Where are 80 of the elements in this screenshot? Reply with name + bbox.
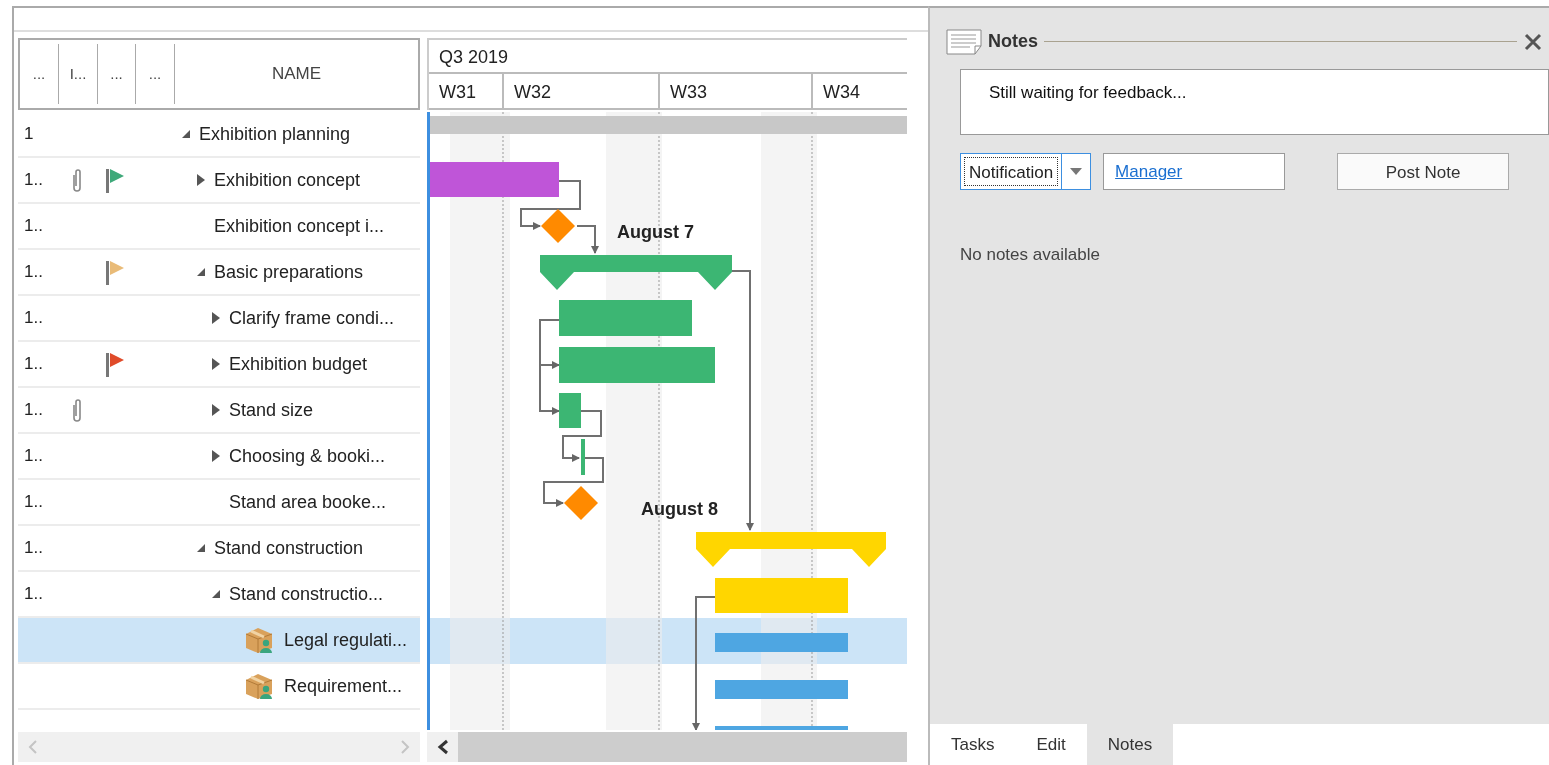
post-note-button[interactable]: Post Note [1337, 153, 1510, 190]
horizontal-scrollbar[interactable] [18, 732, 420, 762]
task-name: Legal regulati... [284, 628, 408, 652]
task-name: Exhibition budget [229, 352, 368, 376]
week-header: W31 [429, 74, 504, 108]
column-header[interactable]: NAME [175, 44, 418, 104]
notes-icon [946, 28, 982, 55]
task-name: Requirement... [284, 674, 403, 698]
task-name: Exhibition concept [214, 168, 361, 192]
empty-notes-message: No notes available [960, 244, 1101, 266]
table-row[interactable]: 1.. Clarify frame condi... [18, 296, 420, 342]
table-row[interactable]: Legal regulati... [18, 618, 420, 664]
task-bar[interactable] [715, 726, 848, 730]
scrollbar-thumb[interactable] [458, 732, 907, 762]
note-input-field[interactable]: Still waiting for feedback... [960, 69, 1549, 135]
box-person-icon [244, 672, 274, 700]
milestone-diamond[interactable] [541, 209, 575, 243]
summary-bar[interactable] [540, 255, 732, 290]
task-bar[interactable] [715, 680, 848, 699]
close-icon[interactable] [1523, 31, 1543, 52]
scroll-right-icon[interactable] [400, 740, 410, 754]
task-name: Exhibition planning [199, 122, 351, 146]
scroll-left-icon [436, 739, 449, 755]
task-name: Basic preparations [214, 260, 364, 284]
quarter-header: Q3 2019 [429, 40, 907, 74]
task-name: Stand constructio... [229, 582, 384, 606]
recipient-link[interactable]: Manager [1115, 162, 1183, 181]
row-number: 1 [24, 124, 34, 144]
row-number: 1.. [24, 354, 43, 374]
task-name: Choosing & booki... [229, 444, 386, 468]
task-name: Stand area booke... [229, 490, 387, 514]
week-header: W32 [504, 74, 660, 108]
table-row[interactable]: 1.. Exhibition concept [18, 158, 420, 204]
row-number: 1.. [24, 262, 43, 282]
scroll-left-button[interactable] [427, 732, 458, 762]
week-header: W34 [822, 81, 861, 104]
row-number: 1.. [24, 400, 43, 420]
note-type-dropdown[interactable]: Notification [960, 153, 1092, 190]
box-person-icon [244, 626, 274, 654]
task-bar[interactable] [430, 162, 559, 197]
column-header[interactable]: I... [59, 44, 98, 104]
task-bar[interactable] [715, 578, 848, 613]
row-number: 1.. [24, 170, 43, 190]
milestone-label: August 8 [641, 499, 718, 519]
summary-bar[interactable] [696, 532, 886, 567]
row-number: 1.. [24, 584, 43, 604]
task-bar[interactable] [559, 347, 715, 383]
column-header[interactable]: ... [136, 44, 175, 104]
table-row[interactable]: Requirement... [18, 664, 420, 710]
table-row[interactable]: 1 Exhibition planning [18, 112, 420, 158]
panel-tab[interactable]: Notes [1086, 724, 1174, 765]
row-number: 1.. [24, 492, 43, 512]
caret-icon [1070, 168, 1083, 175]
table-row[interactable]: 1.. Basic preparations [18, 250, 420, 296]
table-row[interactable]: 1.. Choosing & booki... [18, 434, 420, 480]
recipient-field[interactable]: Manager [1103, 153, 1286, 190]
table-row[interactable]: 1.. Exhibition concept i... [18, 204, 420, 250]
column-header[interactable]: ... [98, 44, 136, 104]
task-bar[interactable] [715, 633, 848, 652]
task-name: Stand construction [214, 536, 364, 560]
scroll-left-icon[interactable] [28, 740, 38, 754]
task-name: Stand size [229, 398, 314, 422]
task-bar[interactable] [581, 439, 585, 475]
table-row[interactable]: 1.. Stand construction [18, 526, 420, 572]
column-header[interactable]: ... [20, 44, 59, 104]
table-row[interactable]: 1.. Stand size [18, 388, 420, 434]
row-number: 1.. [24, 446, 43, 466]
row-number: 1.. [24, 216, 43, 236]
table-row[interactable]: 1.. Stand area booke... [18, 480, 420, 526]
milestone-label: August 7 [617, 222, 694, 242]
task-bar[interactable] [559, 300, 692, 336]
milestone-diamond[interactable] [564, 486, 598, 520]
row-number: 1.. [24, 308, 43, 328]
task-name: Clarify frame condi... [229, 306, 395, 330]
panel-title: Notes [988, 30, 1038, 53]
table-row[interactable]: 1.. Exhibition budget [18, 342, 420, 388]
week-header: W33 [660, 74, 813, 108]
task-bar[interactable] [559, 393, 581, 428]
row-number: 1.. [24, 538, 43, 558]
task-name: Exhibition concept i... [214, 214, 385, 238]
